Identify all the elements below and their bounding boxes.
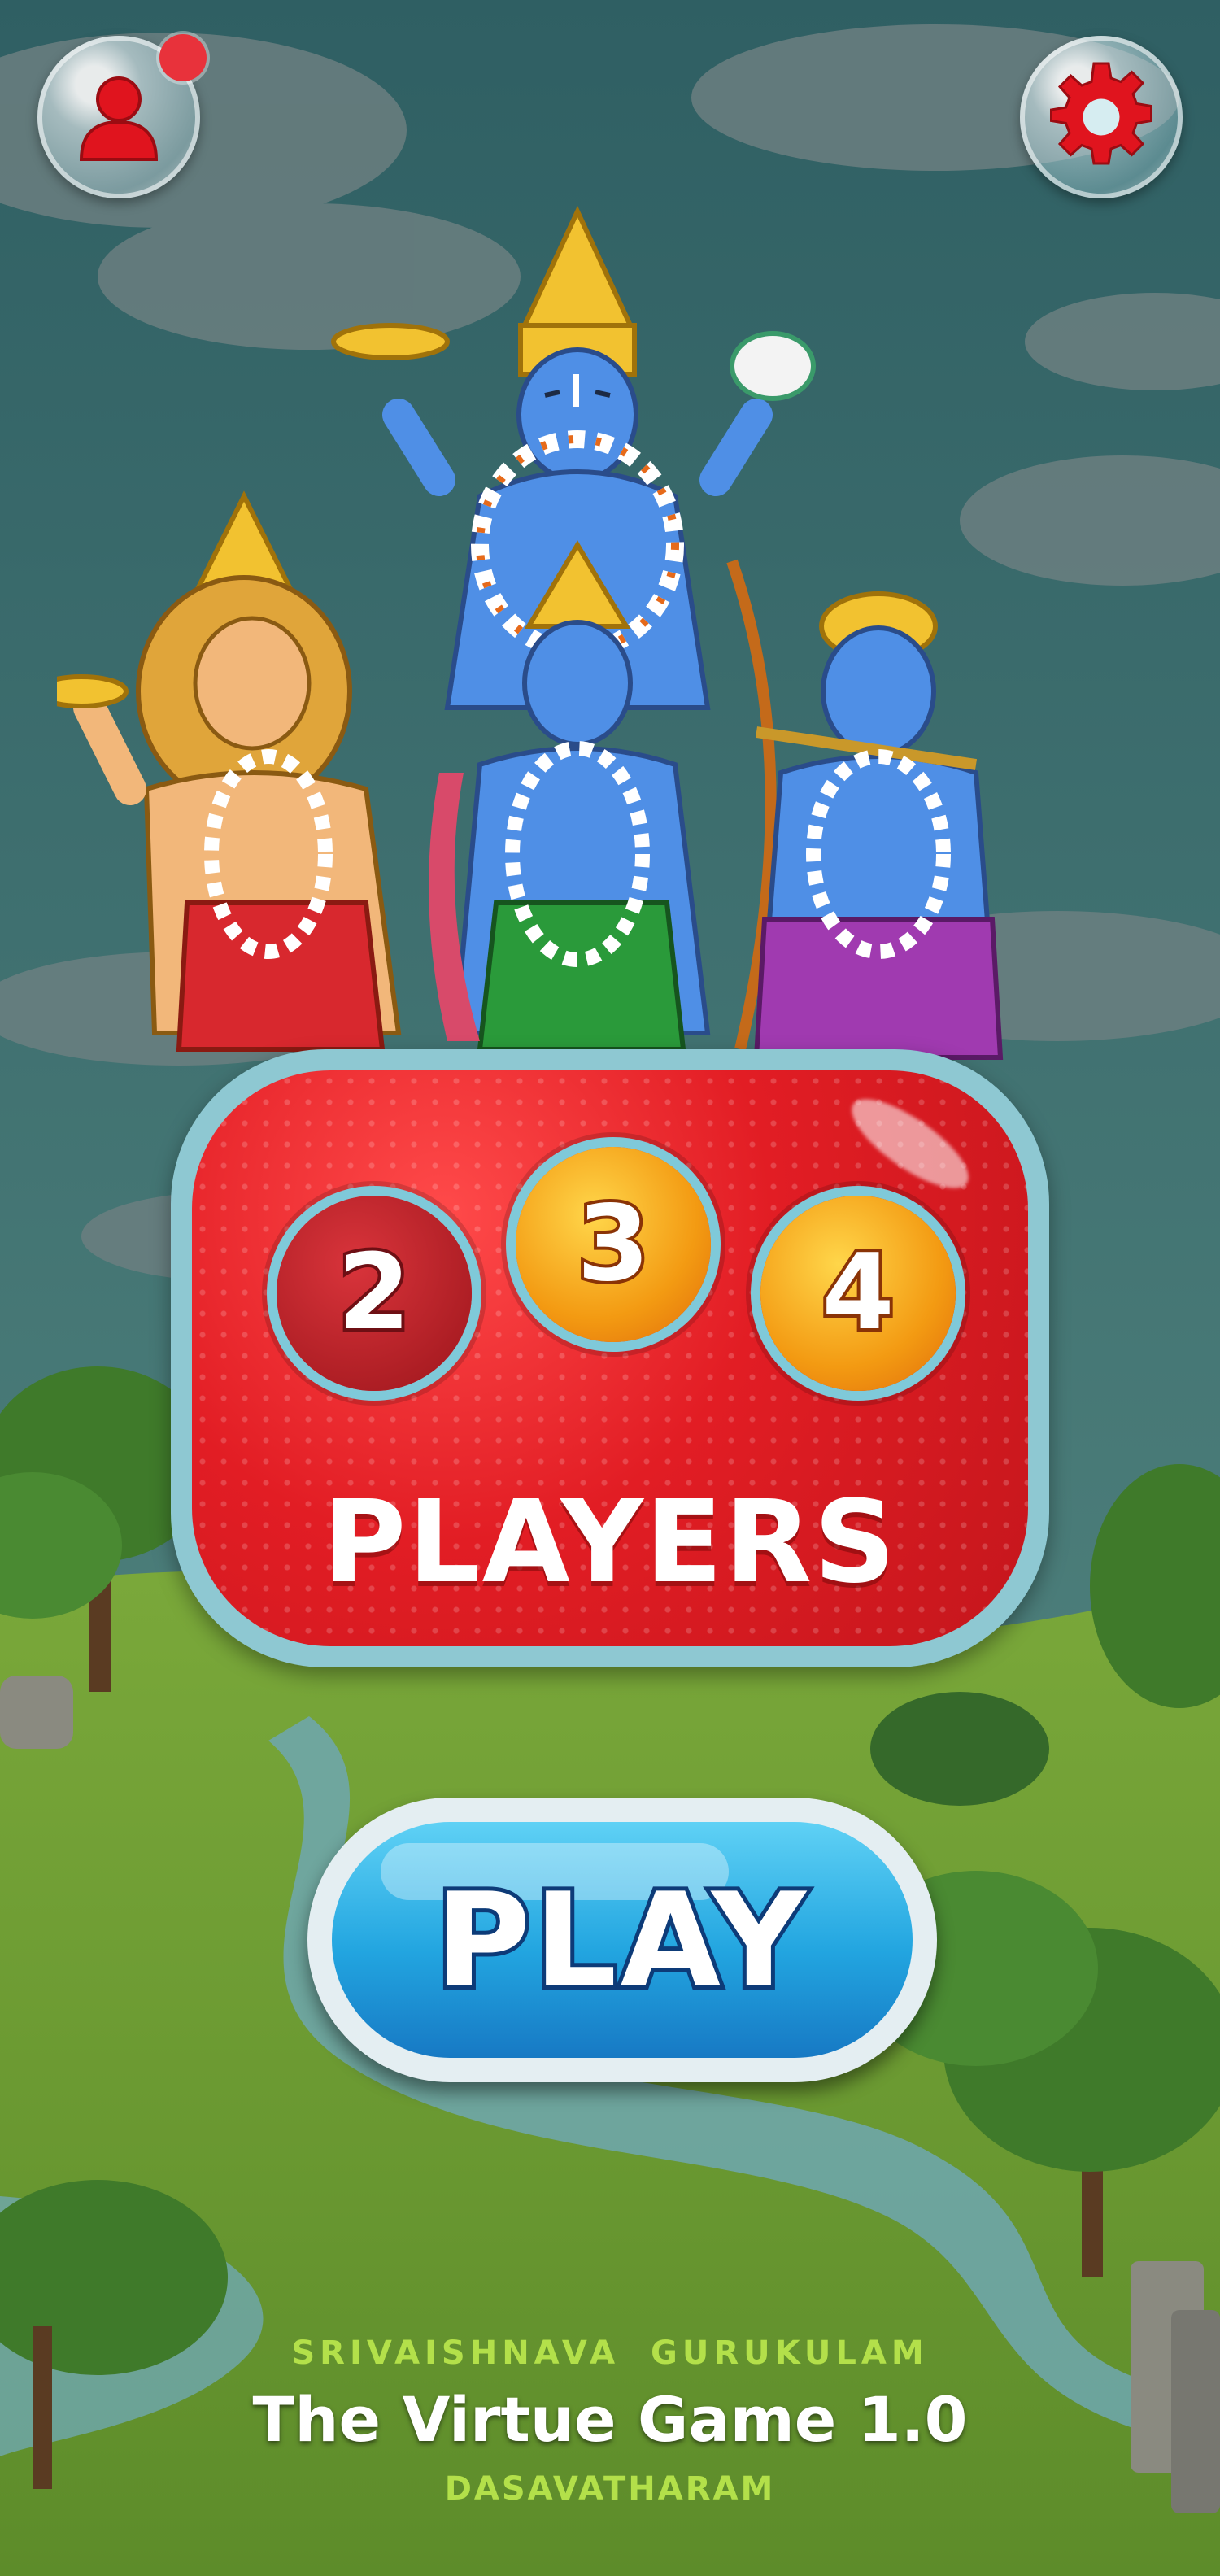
player-count-4-label: 4 [818,1232,897,1353]
dasavatharam-characters-illustration [57,205,1004,1060]
player-count-4-button[interactable]: 4 [760,1196,956,1391]
footer: SRIVAISHNAVA GURUKULAM The Virtue Game 1… [0,2334,1220,2508]
game-subtitle: DASAVATHARAM [444,2470,776,2508]
settings-button[interactable] [1020,36,1183,198]
play-button[interactable]: PLAY [307,1798,937,2082]
notification-dot [159,34,207,81]
play-button-body: PLAY [332,1822,913,2058]
organization-name: SRIVAISHNAVA GURUKULAM [291,2334,929,2372]
person-icon [79,76,159,161]
profile-button[interactable] [37,34,207,198]
krishna-figure [753,591,1004,1060]
gear-icon [1050,62,1152,165]
game-title: The Virtue Game 1.0 [252,2383,968,2456]
player-count-3-label: 3 [573,1183,652,1305]
player-count-2-button[interactable]: 2 [277,1196,472,1391]
play-button-label: PLAY [431,1860,810,2020]
player-count-2-label: 2 [334,1232,413,1353]
narasimha-figure [57,490,402,1052]
panel-gloss [839,1083,981,1204]
player-count-3-button[interactable]: 3 [516,1147,711,1342]
players-label: PLAYERS [322,1476,898,1609]
